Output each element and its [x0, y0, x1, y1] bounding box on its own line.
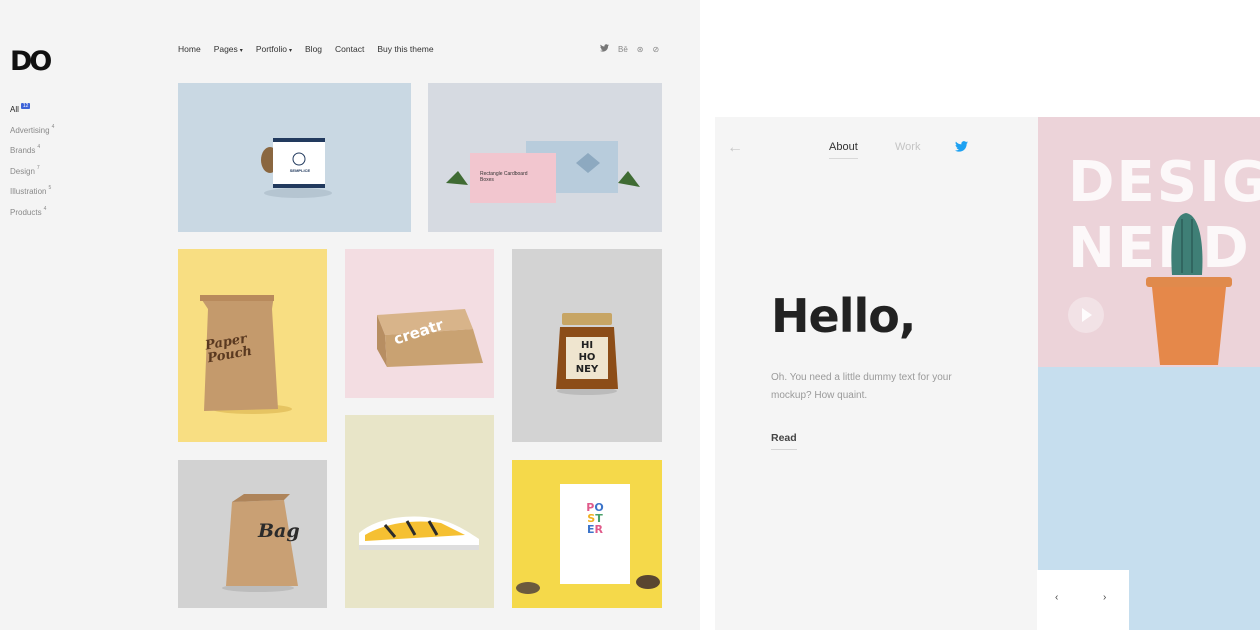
pinterest-icon[interactable]: ⊘: [653, 44, 660, 56]
category-count: 4: [51, 123, 55, 130]
hero-heading: Hello,: [771, 289, 916, 343]
portfolio-tile-poster[interactable]: PO ST ER: [512, 460, 662, 608]
play-icon[interactable]: [1068, 297, 1104, 333]
twitter-icon[interactable]: [600, 44, 609, 56]
nav-pages[interactable]: Pages ▾: [214, 44, 243, 54]
poster-letter: R: [594, 523, 603, 536]
category-advertising[interactable]: Advertising 4: [10, 117, 54, 138]
prev-slide-button[interactable]: ‹: [1055, 592, 1058, 603]
category-products[interactable]: Products 4: [10, 199, 54, 220]
category-label: Illustration: [10, 187, 47, 196]
nav-buy-theme[interactable]: Buy this theme: [377, 44, 433, 54]
dribbble-icon[interactable]: ⊛: [637, 44, 644, 56]
screenshot-root: DO All 12 Advertising 4 Brands 4 Design 7 Il…: [0, 0, 1260, 630]
portfolio-tile-box[interactable]: creatr: [345, 249, 494, 398]
portfolio-tile-bag[interactable]: Bag: [178, 460, 327, 608]
category-label: Products: [10, 207, 42, 217]
hero-subtext: Oh. You need a little dummy text for you…: [771, 372, 952, 401]
category-design[interactable]: Design 7: [10, 158, 54, 179]
nav-work[interactable]: Work: [895, 141, 920, 153]
category-label: All: [10, 105, 19, 114]
nav-pages-label: Pages: [213, 44, 238, 54]
social-links: Bē ⊛ ⊘: [600, 44, 659, 56]
poster-letters: PO ST ER: [580, 502, 610, 535]
nav-portfolio[interactable]: Portfolio ▾: [256, 44, 292, 54]
jar-label-line: HO: [578, 352, 596, 363]
mug-image: [261, 138, 332, 198]
nav-about[interactable]: About: [829, 141, 858, 159]
portfolio-tile-boxes[interactable]: Rectangle Cardboard Boxes: [428, 83, 662, 232]
about-site: ← About Work Hello, Oh. You need a littl…: [715, 117, 1260, 630]
category-count: 4: [43, 205, 47, 212]
bag-label: Bag: [258, 520, 300, 542]
mug-label: SEMPLICE: [289, 168, 311, 173]
slider-controls: ‹ ›: [1037, 570, 1129, 630]
nav-portfolio-label: Portfolio: [255, 44, 287, 54]
back-arrow-icon[interactable]: ←: [727, 139, 743, 157]
site-logo[interactable]: DO: [10, 46, 52, 77]
behance-icon[interactable]: Bē: [618, 44, 628, 56]
category-illustration[interactable]: Illustration 5: [10, 178, 54, 199]
caret-down-icon: ▾: [239, 48, 243, 54]
category-count-badge: 12: [20, 103, 31, 109]
boxes-label: Rectangle Cardboard Boxes: [480, 171, 528, 183]
bag-image: [222, 494, 298, 592]
cactus-pot-image: [1146, 213, 1232, 365]
category-all[interactable]: All 12: [10, 96, 54, 117]
category-count: 4: [37, 144, 41, 150]
twitter-icon[interactable]: [955, 139, 968, 157]
category-label: Design: [10, 166, 35, 176]
read-link[interactable]: Read: [771, 432, 797, 450]
portfolio-tile-mug[interactable]: SEMPLICE: [178, 83, 411, 232]
nav-blog[interactable]: Blog: [305, 44, 322, 54]
portfolio-tile-jar[interactable]: HI HO NEY: [512, 249, 662, 442]
jar-label-line: HI: [580, 340, 594, 351]
main-nav: Home Pages ▾ Portfolio ▾ Blog Contact Buy …: [178, 44, 434, 54]
category-brands[interactable]: Brands 4: [10, 137, 54, 158]
category-count: 5: [48, 185, 52, 191]
nav-home[interactable]: Home: [178, 44, 201, 54]
nav-contact[interactable]: Contact: [335, 44, 364, 54]
caret-down-icon: ▾: [289, 48, 293, 54]
sneaker-image: [359, 516, 479, 550]
category-count: 7: [36, 164, 40, 171]
category-label: Advertising: [10, 125, 50, 135]
portfolio-tile-pouch[interactable]: Paper Pouch: [178, 249, 327, 442]
portfolio-tile-sneaker[interactable]: [345, 415, 494, 608]
jar-label-line: NEY: [575, 364, 599, 375]
boxes-image: [446, 141, 640, 203]
portfolio-site: DO All 12 Advertising 4 Brands 4 Design 7 Il…: [0, 0, 700, 630]
category-filter: All 12 Advertising 4 Brands 4 Design 7 Illus…: [10, 96, 54, 219]
poster-letter: E: [587, 523, 595, 536]
jar-label: HI HO NEY: [572, 340, 602, 376]
category-label: Brands: [10, 146, 36, 155]
next-slide-button[interactable]: ›: [1103, 592, 1106, 603]
